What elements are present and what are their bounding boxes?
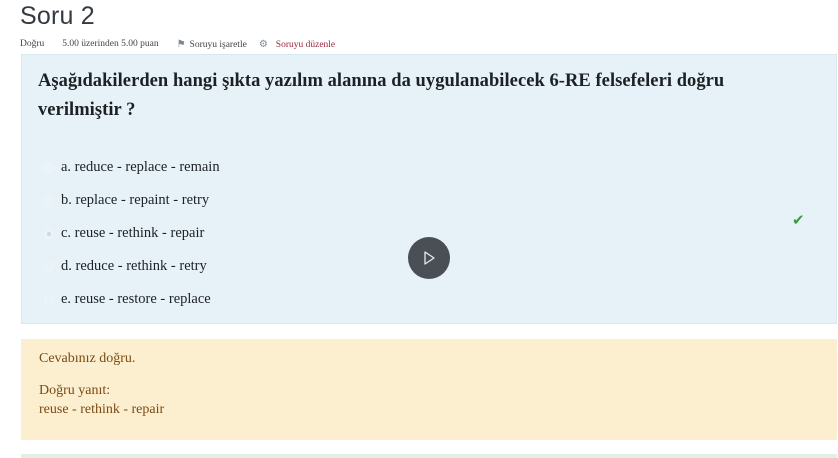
feedback-panel: Cevabınız doğru. Doğru yanıt: reuse - re…	[21, 339, 837, 440]
question-text: Aşağıdakilerden hangi şıkta yazılım alan…	[38, 71, 725, 120]
question-status: Doğru	[20, 39, 45, 49]
radio-button-selected[interactable]	[44, 228, 54, 239]
play-button[interactable]	[408, 237, 450, 279]
radio-button[interactable]	[44, 195, 54, 206]
question-title: Soru 2	[20, 2, 95, 30]
question-info: Doğru 5.00 üzerinden 5.00 puan ⚑ Soruyu i…	[20, 38, 335, 50]
feedback-message: Cevabınız doğru.	[39, 351, 136, 366]
answer-label: b. replace - repaint - retry	[61, 192, 210, 208]
radio-button[interactable]	[44, 261, 54, 272]
answer-option-e[interactable]: e. reuse - restore - replace	[44, 283, 220, 316]
answer-label: e. reuse - restore - replace	[61, 291, 211, 307]
question-content: Aşağıdakilerden hangi şıkta yazılım alan…	[21, 54, 837, 324]
gear-icon: ⚙	[258, 38, 268, 50]
flag-question-link[interactable]: ⚑ Soruyu işaretle	[177, 39, 247, 50]
answer-option-a[interactable]: a. reduce - replace - remain	[44, 151, 220, 184]
right-answer-value: reuse - rethink - repair	[39, 402, 165, 417]
answer-label: a. reduce - replace - remain	[61, 159, 220, 175]
answer-option-c[interactable]: c. reuse - rethink - repair	[44, 217, 220, 250]
answer-label: d. reduce - rethink - retry	[61, 258, 207, 274]
play-icon	[424, 251, 435, 265]
answer-list: a. reduce - replace - remain b. replace …	[44, 151, 220, 316]
answer-option-b[interactable]: b. replace - repaint - retry	[44, 184, 220, 217]
edit-question-label: Soruyu düzenle	[275, 39, 336, 50]
edit-question-link[interactable]: ⚙ Soruyu düzenle	[259, 39, 335, 50]
right-answer-label: Doğru yanıt:	[39, 383, 111, 398]
next-question-edge	[21, 454, 837, 458]
flag-icon: ⚑	[176, 38, 186, 50]
flag-question-label: Soruyu işaretle	[189, 39, 247, 50]
radio-button[interactable]	[44, 294, 54, 305]
answer-option-d[interactable]: d. reduce - rethink - retry	[44, 250, 220, 283]
answer-label: c. reuse - rethink - repair	[61, 225, 205, 241]
checkmark-icon: ✔	[792, 211, 805, 229]
radio-button[interactable]	[44, 162, 54, 173]
question-grade: 5.00 üzerinden 5.00 puan	[62, 39, 159, 49]
